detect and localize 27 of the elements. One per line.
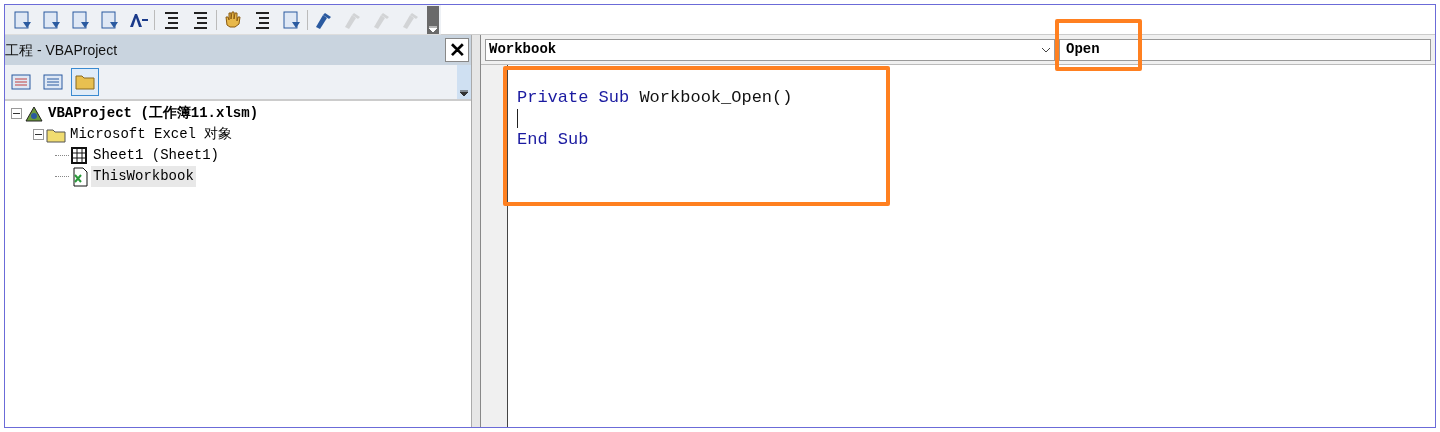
grid-icon	[43, 74, 63, 90]
close-button[interactable]: ✕	[445, 38, 469, 62]
folder-icon	[75, 74, 95, 90]
procedure-dropdown[interactable]: Open	[1059, 38, 1431, 61]
code-line: End Sub	[517, 128, 589, 151]
tree-item[interactable]: Sheet1 (Sheet1)	[91, 145, 222, 166]
workbook-icon	[71, 166, 89, 187]
toolbar-overflow-button[interactable]	[427, 5, 439, 34]
object-dropdown[interactable]: Workbook	[485, 38, 1055, 61]
grid-icon	[11, 74, 31, 90]
tree-item[interactable]: VBAProject (工作簿11.xlsm)	[46, 103, 261, 124]
tree-item[interactable]: ThisWorkbook	[91, 166, 196, 187]
scroll-handle[interactable]	[457, 65, 471, 99]
project-icon	[24, 104, 44, 123]
folder-icon	[46, 126, 66, 143]
tree-item[interactable]: Microsoft Excel 对象	[68, 124, 235, 145]
panel-title: 工程 - VBAProject	[5, 40, 118, 60]
collapse-toggle[interactable]	[11, 108, 22, 119]
minus-icon	[13, 110, 20, 117]
hand-icon	[222, 8, 244, 31]
code-line: Private Sub Workbook_Open()	[517, 86, 793, 109]
view-button[interactable]	[71, 68, 99, 96]
chevron-icon	[1041, 46, 1051, 53]
caret-icon	[429, 25, 437, 32]
minus-icon	[35, 131, 42, 138]
collapse-toggle[interactable]	[33, 129, 44, 140]
sheet-icon	[71, 146, 89, 165]
